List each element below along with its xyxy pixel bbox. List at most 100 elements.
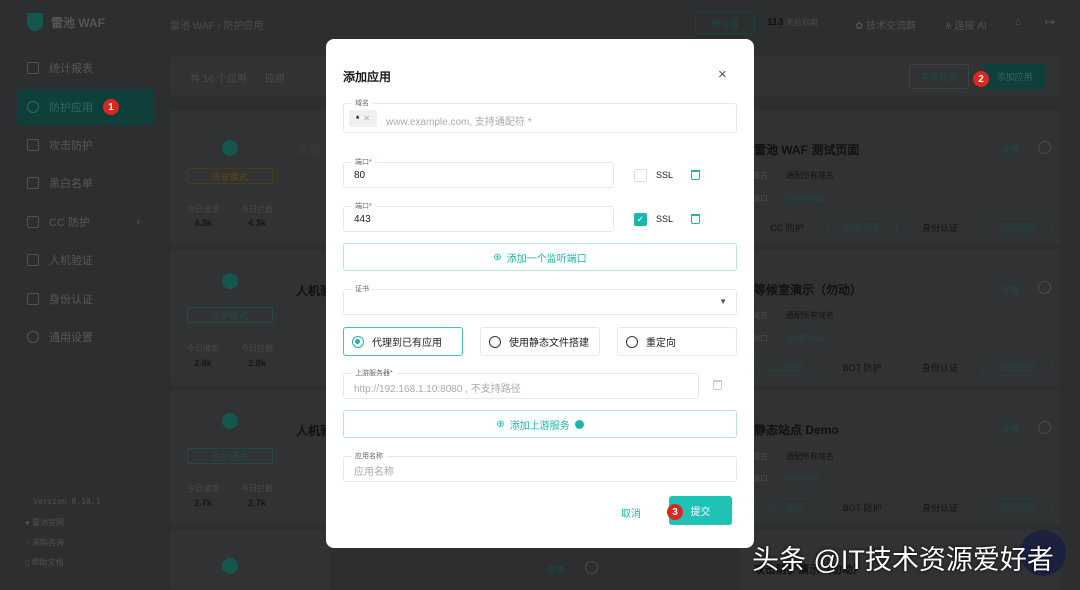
sidebar-item-captcha[interactable]: 人机验证 — [17, 242, 154, 278]
button-label: 高级配置 — [920, 72, 957, 82]
domain-field[interactable]: 域名 * ✕ www.example.com, 支持通配符 * — [343, 98, 737, 133]
mode-redirect[interactable]: 重定向 — [617, 327, 737, 356]
edition-label: 商业版 — [711, 18, 739, 29]
app-name-placeholder: 应用名称 — [354, 467, 394, 478]
stat-value: 2.7k — [248, 498, 266, 508]
close-icon[interactable]: × — [718, 66, 727, 83]
mode-badge: 观察模式 — [187, 168, 273, 184]
chip-remove-icon[interactable]: ✕ — [363, 114, 370, 123]
mode-static[interactable]: 使用静态文件搭建 — [480, 327, 600, 356]
detail-link[interactable]: 详情 — [1001, 283, 1019, 296]
sidebar-item-apps[interactable]: 防护应用 1 — [17, 89, 154, 125]
ssl-label: SSL — [656, 170, 674, 180]
delete-icon[interactable] — [713, 380, 722, 390]
sidebar-item-auth[interactable]: 身份认证 — [17, 281, 154, 317]
cancel-button[interactable]: 取消 — [621, 505, 641, 520]
add-app-dialog: 添加应用 × 域名 * ✕ www.example.com, 支持通配符 * 端口… — [326, 39, 754, 548]
app-filter[interactable]: 应用 — [265, 70, 285, 85]
radio-label: 代理到已有应用 — [372, 338, 442, 349]
ai-label: 连接 AI — [954, 21, 987, 32]
field-label: 证书 — [352, 284, 372, 294]
remove-icon[interactable] — [1038, 421, 1051, 434]
mode-proxy[interactable]: 代理到已有应用 — [343, 327, 463, 356]
add-upstream-button[interactable]: ⊕ 添加上游服务 — [343, 410, 737, 438]
app-card[interactable]: 防护模式 今日请求 今日拦截 2.7k 2.7k — [170, 390, 330, 525]
add-port-button[interactable]: ⊕ 添加一个监听端口 — [343, 243, 737, 271]
button-label: 添加上游服务 — [509, 420, 570, 432]
sidebar-link-docs[interactable]: ▯ 帮助文档 — [25, 557, 64, 568]
tag-cc: CC 防护 — [770, 222, 804, 233]
expiry-label: 天后到期 — [785, 18, 818, 27]
delete-icon[interactable] — [691, 170, 700, 180]
ssl-checkbox-checked[interactable]: ✓ — [634, 213, 647, 226]
app-card[interactable]: 防护模式 今日请求 今日拦截 2.8k 2.8k — [170, 250, 330, 385]
step-badge: 1 — [103, 99, 119, 115]
app-card[interactable]: 观察模式 今日请求 今日拦截 4.3k 4.3k — [170, 110, 330, 245]
detail-link[interactable]: 详情 — [546, 563, 564, 576]
field-label: 域名 — [352, 98, 372, 108]
sidebar-item-label: 防护应用 — [49, 102, 93, 114]
community-link[interactable]: ✿ 技术交流群 — [855, 17, 916, 32]
list-icon — [27, 177, 39, 189]
cert-select[interactable]: 证书 ▼ — [343, 284, 737, 315]
link-label: 雷池官网 — [32, 518, 65, 527]
delete-icon[interactable] — [691, 214, 700, 224]
port-field[interactable]: 端口* 80 — [343, 157, 614, 188]
logo: 雷池 WAF — [27, 13, 105, 31]
sidebar-link-purchase[interactable]: ○ 采购咨询 — [25, 537, 64, 548]
ssl-checkbox[interactable] — [634, 169, 647, 182]
app-name: 雷池 WAF — [51, 15, 105, 30]
globe-icon — [222, 413, 238, 429]
link-label: 采购咨询 — [32, 538, 65, 547]
sidebar-item-label: 人机验证 — [49, 255, 93, 267]
app-title: 雷池 WAF 测试页面 — [754, 143, 860, 157]
edition-badge[interactable]: 商业版 — [695, 12, 755, 34]
sidebar-item-settings[interactable]: 通用设置 — [17, 319, 154, 355]
app-title: 等候室演示（勿动） — [754, 283, 863, 297]
globe-icon — [222, 140, 238, 156]
button-label: 添加一个监听端口 — [506, 253, 587, 265]
detail-link[interactable]: 详情 — [1001, 423, 1019, 436]
logout-icon[interactable]: ↦ — [1045, 15, 1055, 29]
cc-icon — [27, 216, 39, 228]
sidebar-item-label: 统计报表 — [49, 63, 93, 75]
app-title: 人机验 — [296, 284, 326, 298]
port-value: 8009/SSL — [785, 474, 821, 483]
label-text: 端口 — [355, 203, 369, 210]
add-app-button[interactable]: 添加应用 — [983, 64, 1046, 89]
port-field[interactable]: 端口* 443 — [343, 201, 614, 232]
app-card[interactable] — [170, 530, 330, 590]
globe-icon — [222, 273, 238, 289]
app-title: 示例 — [296, 144, 321, 158]
plus-circle-icon: ⊕ — [493, 251, 502, 263]
breadcrumb-root[interactable]: 雷池 WAF — [170, 21, 215, 32]
field-label: 上游服务器* — [352, 368, 396, 378]
tag-cc: CC 防护 — [752, 498, 822, 516]
remove-icon[interactable] — [1038, 141, 1051, 154]
shirt-icon[interactable]: ⌂ — [1015, 16, 1022, 28]
domain-chip[interactable]: * ✕ — [349, 110, 377, 127]
sidebar-item-attack[interactable]: 攻击防护 — [17, 127, 154, 163]
remove-icon[interactable] — [1038, 281, 1051, 294]
remove-icon[interactable] — [585, 561, 598, 574]
app-name-field[interactable]: 应用名称 应用名称 — [343, 451, 737, 482]
connect-ai-link[interactable]: Ѧ 连接 AI — [945, 17, 987, 32]
advanced-config-button[interactable]: 高级配置 — [909, 64, 969, 89]
ssl-label: SSL — [656, 214, 674, 224]
sidebar-item-blacklist[interactable]: 黑白名单 — [17, 165, 154, 201]
sidebar-item-stats[interactable]: 统计报表 — [17, 50, 154, 86]
upstream-field[interactable]: 上游服务器* http://192.168.1.10:8080 , 不支持路径 — [343, 368, 699, 399]
link-label: 帮助文档 — [31, 558, 64, 567]
help-icon[interactable] — [574, 419, 584, 429]
port-value: 10087/SSL — [785, 334, 826, 343]
tag-auth: 身份认证 — [921, 502, 958, 513]
tag-attack: 攻击防护 — [982, 498, 1052, 516]
detail-link[interactable]: 详情 — [1001, 143, 1019, 156]
sidebar-link-website[interactable]: ● 雷池官网 — [25, 517, 64, 528]
sidebar-item-cc[interactable]: CC 防护 › — [17, 204, 154, 240]
port-label: 端口 — [752, 194, 768, 203]
domain-placeholder: www.example.com, 支持通配符 * — [386, 117, 532, 128]
tag-auth: 身份认证 — [921, 222, 958, 233]
sidebar-item-label: 黑白名单 — [49, 178, 93, 190]
shield-icon — [27, 101, 39, 113]
